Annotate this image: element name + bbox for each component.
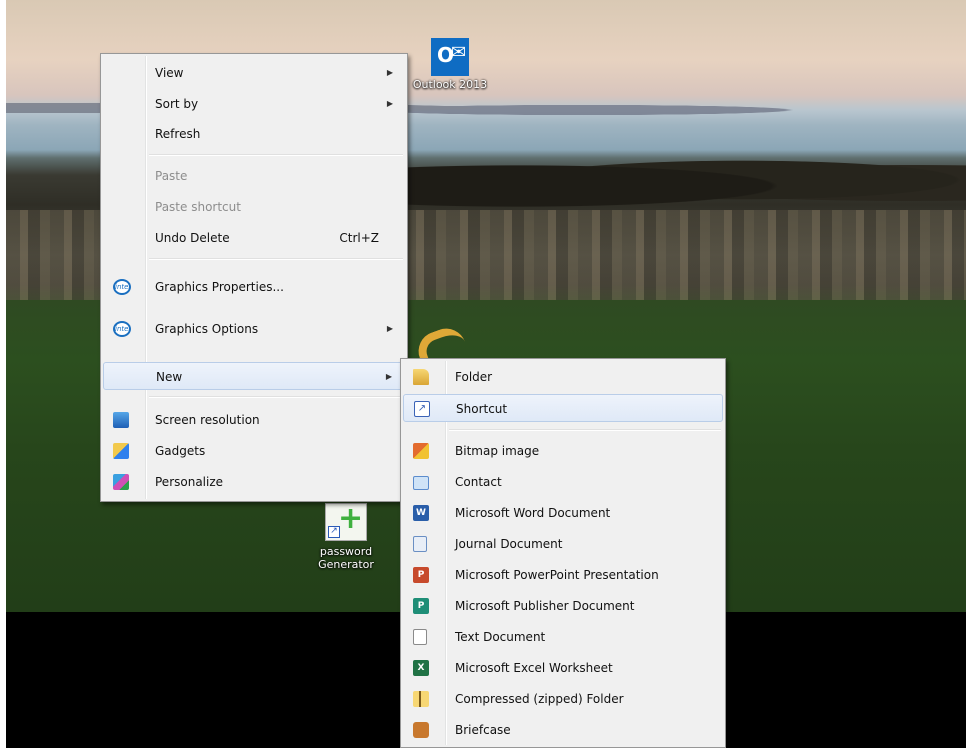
new-item-journal[interactable]: Journal Document	[403, 530, 723, 558]
menu-separator	[449, 429, 721, 431]
new-item-briefcase[interactable]: Briefcase	[403, 716, 723, 744]
menu-item-graphics-options[interactable]: intel Graphics Options ▶	[103, 315, 405, 343]
menu-item-refresh[interactable]: Refresh	[103, 120, 405, 148]
outlook-icon	[431, 38, 469, 76]
desktop-icon-password-generator[interactable]: ↗ password Generator	[310, 501, 382, 571]
new-item-text-document[interactable]: Text Document	[403, 623, 723, 651]
menu-item-screen-resolution[interactable]: Screen resolution	[103, 406, 405, 434]
menu-separator	[149, 258, 403, 260]
zip-folder-icon	[413, 691, 429, 707]
desktop-context-menu: View ▶ Sort by ▶ Refresh Paste Paste sho…	[100, 53, 408, 502]
intel-icon: intel	[113, 321, 131, 337]
new-submenu: Folder ↗ Shortcut Bitmap image Contact W…	[400, 358, 726, 748]
text-document-icon	[413, 629, 427, 645]
contact-icon	[413, 476, 429, 490]
menu-item-new[interactable]: New ▶	[103, 362, 405, 390]
menu-item-view[interactable]: View ▶	[103, 59, 405, 87]
word-icon: W	[413, 505, 429, 521]
submenu-arrow-icon: ▶	[386, 99, 393, 108]
password-generator-icon: ↗	[325, 501, 367, 541]
desktop-icon-outlook[interactable]: Outlook 2013	[410, 38, 490, 91]
menu-item-gadgets[interactable]: Gadgets	[103, 437, 405, 465]
new-item-contact[interactable]: Contact	[403, 468, 723, 496]
shortcut-overlay-icon: ↗	[328, 526, 340, 538]
menu-separator	[149, 154, 403, 156]
screen-resolution-icon	[113, 412, 129, 428]
new-item-word[interactable]: W Microsoft Word Document	[403, 499, 723, 527]
powerpoint-icon: P	[413, 567, 429, 583]
publisher-icon: P	[413, 598, 429, 614]
desktop-icon-label: Outlook 2013	[412, 78, 488, 91]
gadgets-icon	[113, 443, 129, 459]
submenu-arrow-icon: ▶	[385, 372, 392, 381]
personalize-icon	[113, 474, 129, 490]
new-item-folder[interactable]: Folder	[403, 363, 723, 391]
desktop-icon-label-line2: Generator	[318, 558, 374, 571]
shortcut-icon: ↗	[414, 401, 430, 417]
folder-icon	[413, 369, 429, 385]
journal-icon	[413, 536, 427, 552]
menu-item-sort-by[interactable]: Sort by ▶	[103, 90, 405, 118]
new-item-excel[interactable]: X Microsoft Excel Worksheet	[403, 654, 723, 682]
new-item-shortcut[interactable]: ↗ Shortcut	[403, 394, 723, 422]
shortcut-key-label: Ctrl+Z	[339, 231, 379, 245]
menu-item-graphics-properties[interactable]: intel Graphics Properties...	[103, 273, 405, 301]
shore-rocks	[406, 150, 966, 210]
new-item-zip-folder[interactable]: Compressed (zipped) Folder	[403, 685, 723, 713]
briefcase-icon	[413, 722, 429, 738]
bitmap-icon	[413, 443, 429, 459]
new-item-bitmap[interactable]: Bitmap image	[403, 437, 723, 465]
intel-icon: intel	[113, 279, 131, 295]
menu-item-paste: Paste	[155, 169, 188, 183]
menu-item-undo-delete[interactable]: Undo Delete Ctrl+Z	[103, 224, 405, 252]
new-item-publisher[interactable]: P Microsoft Publisher Document	[403, 592, 723, 620]
menu-item-personalize[interactable]: Personalize	[103, 468, 405, 496]
excel-icon: X	[413, 660, 429, 676]
submenu-arrow-icon: ▶	[386, 324, 393, 333]
desktop-icon-label-line1: password	[319, 545, 373, 558]
new-item-powerpoint[interactable]: P Microsoft PowerPoint Presentation	[403, 561, 723, 589]
menu-separator	[149, 396, 403, 398]
submenu-arrow-icon: ▶	[386, 68, 393, 77]
menu-item-paste-shortcut: Paste shortcut	[155, 200, 241, 214]
